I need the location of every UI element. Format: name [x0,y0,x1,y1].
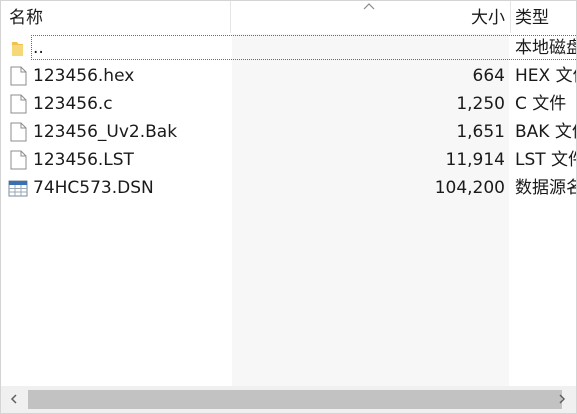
scrollbar-thumb[interactable] [28,390,562,409]
list-item[interactable]: 123456.LST 11,914 LST 文件 [1,146,576,174]
column-header-bar: 名称 大小 类型 [1,1,576,33]
chevron-left-icon [10,394,17,404]
scroll-left-button[interactable] [1,386,28,413]
file-type: C 文件 [515,94,567,114]
file-name: 74HC573.DSN [33,178,154,198]
column-header-type-label: 类型 [515,8,549,28]
list-item[interactable]: 123456_Uv2.Bak 1,651 BAK 文件 [1,118,576,146]
file-name: 123456_Uv2.Bak [33,122,178,142]
file-size: 664 [472,66,505,86]
file-type: LST 文件 [515,150,576,170]
file-name: .. [33,38,44,58]
column-header-name[interactable]: 名称 [9,1,229,33]
horizontal-scrollbar[interactable] [1,386,576,413]
file-name: 123456.hex [33,66,135,86]
file-size: 1,651 [456,122,505,142]
list-item[interactable]: 123456.c 1,250 C 文件 [1,90,576,118]
column-divider[interactable] [510,1,511,33]
column-header-size-label: 大小 [471,8,505,28]
file-type: HEX 文件 [515,66,576,86]
list-item[interactable]: 74HC573.DSN 104,200 数据源名称 [1,174,576,202]
scroll-right-button[interactable] [549,386,576,413]
list-item[interactable]: 123456.hex 664 HEX 文件 [1,62,576,90]
column-header-name-label: 名称 [9,8,43,28]
database-file-icon [8,180,28,197]
file-name: 123456.LST [33,150,134,170]
file-size: 11,914 [445,150,505,170]
list-item-parent-folder[interactable]: .. 本地磁盘 [1,34,576,62]
chevron-right-icon [559,394,566,404]
file-icon [10,150,27,170]
file-type: 数据源名称 [515,178,576,198]
file-type: BAK 文件 [515,122,576,142]
column-divider[interactable] [230,1,231,33]
file-size: 104,200 [434,178,505,198]
file-list-view: 名称 大小 类型 .. 本地磁盘 123456.hex 664 HEX 文件 [0,0,577,414]
file-icon [10,94,27,114]
file-icon [10,66,27,86]
file-size [233,34,505,62]
column-header-size[interactable]: 大小 [233,1,505,33]
folder-icon [12,42,23,56]
file-size: 1,250 [456,94,505,114]
file-name: 123456.c [33,94,113,114]
column-header-type[interactable]: 类型 [515,1,576,33]
file-icon [10,122,27,142]
file-type: 本地磁盘 [515,38,577,58]
